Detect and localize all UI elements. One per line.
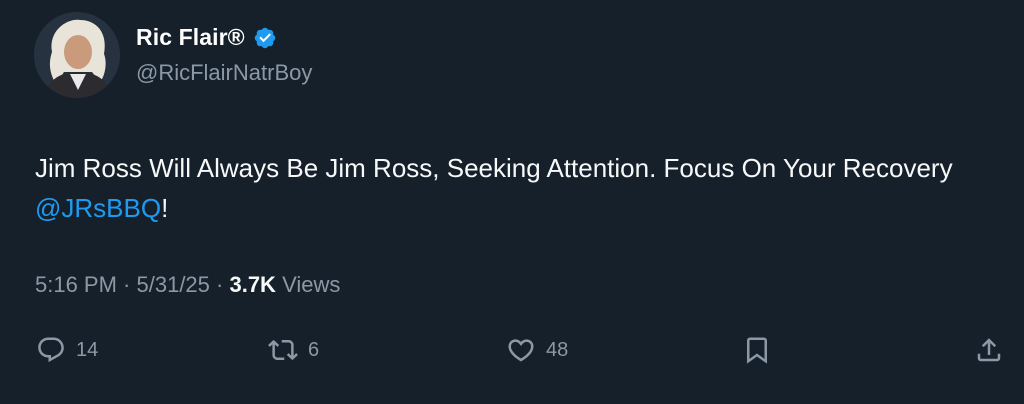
share-icon <box>974 335 1004 365</box>
mention-link[interactable]: @JRsBBQ <box>35 193 161 223</box>
bookmark-button[interactable] <box>742 330 772 370</box>
tweet-meta: 5:16 PM · 5/31/25 · 3.7K Views <box>35 272 340 298</box>
retweet-count: 6 <box>308 338 320 361</box>
reply-count: 14 <box>76 338 99 361</box>
tweet-date[interactable]: 5/31/25 <box>137 272 210 297</box>
action-bar: 14 6 48 <box>0 330 1024 370</box>
retweet-button[interactable]: 6 <box>268 330 319 370</box>
user-name-row: Ric Flair® <box>136 24 277 51</box>
verified-badge-icon <box>253 26 277 50</box>
avatar[interactable] <box>34 12 120 98</box>
views-count: 3.7K <box>229 272 276 297</box>
heart-icon <box>506 335 536 365</box>
display-name[interactable]: Ric Flair® <box>136 24 245 51</box>
bookmark-icon <box>742 335 772 365</box>
reply-button[interactable]: 14 <box>36 330 98 370</box>
tweet-time[interactable]: 5:16 PM <box>35 272 117 297</box>
user-handle[interactable]: @RicFlairNatrBoy <box>136 60 312 86</box>
retweet-icon <box>268 335 298 365</box>
tweet-card: Ric Flair® @RicFlairNatrBoy Jim Ross Wil… <box>0 0 1024 404</box>
like-count: 48 <box>546 338 569 361</box>
views-label: Views <box>275 272 341 297</box>
like-button[interactable]: 48 <box>506 330 568 370</box>
reply-icon <box>36 335 66 365</box>
meta-separator: · <box>116 272 137 297</box>
meta-separator: · <box>209 272 230 297</box>
tweet-text: Jim Ross Will Always Be Jim Ross, Seekin… <box>35 148 995 228</box>
avatar-image <box>34 12 120 98</box>
share-button[interactable] <box>974 330 1004 370</box>
tweet-text-end: ! <box>161 193 169 223</box>
tweet-text-body: Jim Ross Will Always Be Jim Ross, Seekin… <box>35 153 953 183</box>
